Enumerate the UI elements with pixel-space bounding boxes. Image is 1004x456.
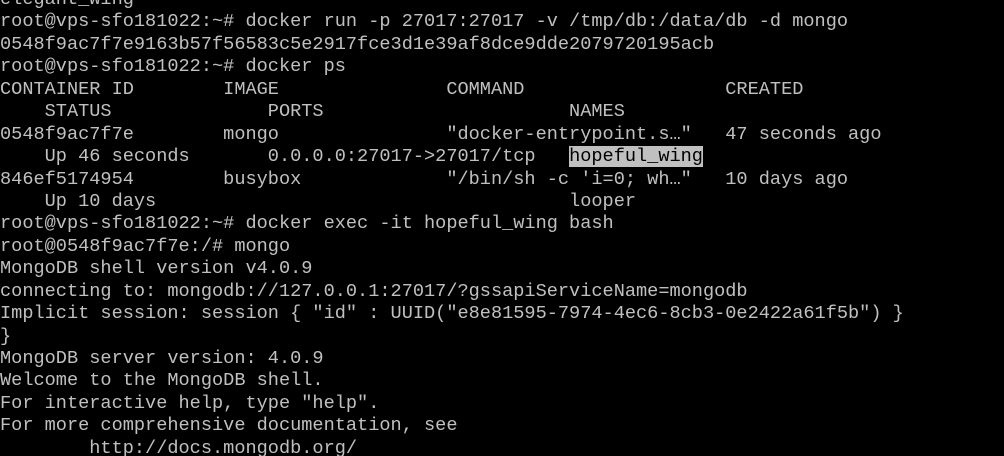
terminal-line: root@vps-sfo181022:~# docker ps [0,56,346,78]
terminal-line: root@vps-sfo181022:~# docker exec -it ho… [0,213,614,235]
terminal-line: } [0,325,12,347]
selected-text[interactable]: hopeful_wing [569,146,703,168]
terminal-line: root@vps-sfo181022:~# docker run -p 2701… [0,11,849,33]
terminal-window[interactable]: elegant_wing root@vps-sfo181022:~# docke… [0,0,1004,456]
terminal-line: root@0548f9ac7f7e:/# mongo [0,235,291,257]
terminal-output: elegant_wing root@vps-sfo181022:~# docke… [0,0,1004,456]
terminal-line-with-selection: Up 46 seconds 0.0.0.0:27017->27017/tcp h… [0,146,1004,168]
terminal-line: Welcome to the MongoDB shell. [0,370,324,392]
terminal-line: Up 10 days looper [0,190,637,212]
terminal-line: 0548f9ac7f7e9163b57f56583c5e2917fce3d1e3… [0,33,715,55]
terminal-line: CONTAINER ID IMAGE COMMAND CREATED [0,78,804,100]
terminal-line: 846ef5174954 busybox "/bin/sh -c 'i=0; w… [0,168,849,190]
terminal-line-text: Up 46 seconds 0.0.0.0:27017->27017/tcp [0,146,570,168]
terminal-line: MongoDB shell version v4.0.9 [0,258,313,280]
terminal-line: STATUS PORTS NAMES [0,101,625,123]
terminal-line: Implicit session: session { "id" : UUID(… [0,303,904,325]
terminal-line: MongoDB server version: 4.0.9 [0,348,324,369]
terminal-line: 0548f9ac7f7e mongo "docker-entrypoint.s…… [0,123,882,145]
terminal-line: For interactive help, type "help". [0,392,380,414]
terminal-line: connecting to: mongodb://127.0.0.1:27017… [0,280,748,302]
terminal-line: For more comprehensive documentation, se… [0,415,458,437]
terminal-line: elegant_wing [0,0,1004,11]
terminal-line: http://docs.mongodb.org/ [0,437,358,456]
